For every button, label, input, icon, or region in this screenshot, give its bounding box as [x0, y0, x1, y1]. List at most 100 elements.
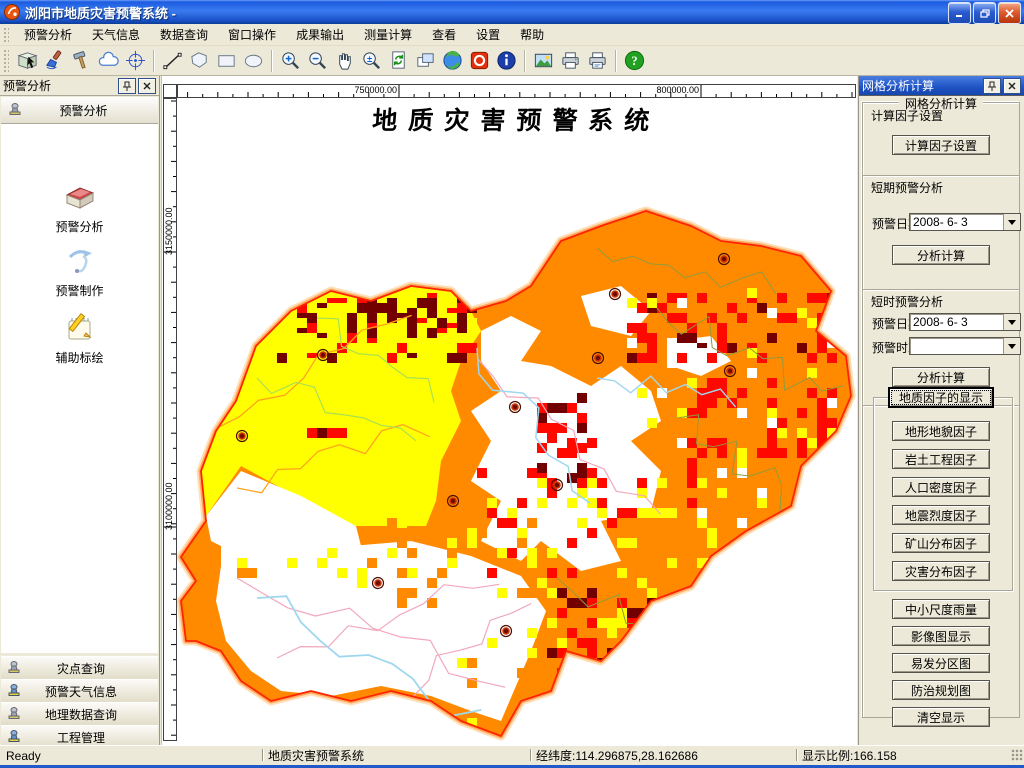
group-bar-warning-weather[interactable]: 预警天气信息	[1, 679, 158, 703]
brush-button[interactable]	[41, 47, 68, 74]
print-icon	[562, 52, 579, 69]
ruler-corner	[163, 84, 177, 98]
factor-button[interactable]: 地形地貌因子	[892, 421, 990, 441]
short-term-date-combo[interactable]: 2008- 6- 3	[909, 213, 1021, 231]
nav-item-warning-make[interactable]: 预警制作	[1, 242, 158, 299]
line-tool-button[interactable]	[159, 47, 186, 74]
restore-button[interactable]	[973, 2, 996, 24]
panel-close-button[interactable]	[1003, 77, 1021, 94]
stamp-icon	[7, 101, 23, 120]
menu-item[interactable]: 数据查询	[150, 23, 218, 46]
display-button[interactable]: 清空显示	[892, 707, 990, 727]
minimize-button[interactable]	[948, 2, 971, 24]
layers-button[interactable]	[412, 47, 439, 74]
short-time-turn-combo[interactable]	[909, 337, 1021, 355]
status-app-name: 地质灾害预警系统	[268, 749, 365, 763]
geology-factor-display-button[interactable]: 地质因子的显示	[888, 387, 994, 408]
layers-icon	[417, 53, 434, 67]
grid-panel-titlebar: 网格分析计算	[859, 76, 1024, 96]
zoom-extent-button[interactable]: ±	[358, 47, 385, 74]
rectangle-tool-button[interactable]	[213, 47, 240, 74]
ruler-label: 800000.00	[656, 85, 699, 95]
help-button[interactable]: ?	[621, 47, 648, 74]
svg-text:?: ?	[631, 54, 637, 68]
make-icon	[1, 242, 158, 279]
hammer-button[interactable]	[68, 47, 95, 74]
pan-hand-button[interactable]	[331, 47, 358, 74]
crosshair-icon	[125, 50, 146, 71]
factor-button[interactable]: 人口密度因子	[892, 477, 990, 497]
stamp-icon	[6, 705, 22, 723]
chevron-down-icon	[1008, 219, 1016, 225]
short-time-analyze-button[interactable]: 分析计算	[892, 367, 990, 387]
map-canvas[interactable]: 地质灾害预警系统	[177, 98, 856, 741]
crosshair-button[interactable]	[122, 47, 149, 74]
stop-button[interactable]	[466, 47, 493, 74]
close-button[interactable]	[998, 2, 1021, 24]
toolbar-separator	[153, 49, 155, 72]
map-title: 地质灾害预警系统	[371, 108, 662, 135]
short-term-analyze-button[interactable]: 分析计算	[892, 245, 990, 265]
svg-text:±: ±	[367, 54, 373, 65]
map-image-button[interactable]	[530, 47, 557, 74]
toolbar-separator	[524, 49, 526, 72]
status-coords: 经纬度:114.296875,28.162686	[536, 749, 698, 763]
menu-bar: 预警分析 天气信息 数据查询 窗口操作 成果输出 测量计算 查看 设置 帮助	[0, 24, 1024, 46]
factor-button[interactable]: 矿山分布因子	[892, 533, 990, 553]
map-image-icon	[534, 53, 553, 68]
cloud-button[interactable]	[95, 47, 122, 74]
ellipse-tool-button[interactable]	[240, 47, 267, 74]
panel-close-button[interactable]	[138, 77, 156, 94]
display-button[interactable]: 易发分区图	[892, 653, 990, 673]
nav-item-aux-draw[interactable]: 辅助标绘	[1, 309, 158, 366]
factor-button[interactable]: 岩土工程因子	[892, 449, 990, 469]
rectangle-tool-icon	[218, 55, 235, 67]
chevron-down-icon	[1008, 319, 1016, 325]
refresh-view-button[interactable]	[385, 47, 412, 74]
close-icon	[1008, 82, 1016, 89]
combo-dropdown-button[interactable]	[1003, 338, 1020, 354]
factor-setting-button[interactable]: 计算因子设置	[892, 135, 990, 155]
toolbar-grip[interactable]	[3, 49, 9, 72]
info-button[interactable]	[493, 47, 520, 74]
menu-item[interactable]: 成果输出	[286, 23, 354, 46]
zoom-in-button[interactable]	[277, 47, 304, 74]
zoom-out-button[interactable]	[304, 47, 331, 74]
display-button[interactable]: 影像图显示	[892, 626, 990, 646]
polygon-tool-button[interactable]	[186, 47, 213, 74]
menu-item[interactable]: 预警分析	[14, 23, 82, 46]
menu-item[interactable]: 测量计算	[354, 23, 422, 46]
menu-item[interactable]: 设置	[466, 23, 510, 46]
combo-dropdown-button[interactable]	[1003, 214, 1020, 230]
display-button[interactable]: 中小尺度雨量	[892, 599, 990, 619]
globe-button[interactable]	[439, 47, 466, 74]
factor-button[interactable]: 地震烈度因子	[892, 505, 990, 525]
resize-grip[interactable]	[1011, 749, 1023, 761]
menu-item[interactable]: 天气信息	[82, 23, 150, 46]
close-icon	[143, 82, 151, 89]
combo-dropdown-button[interactable]	[1003, 314, 1020, 330]
print-button[interactable]	[557, 47, 584, 74]
toolbar-separator	[271, 49, 273, 72]
section-short-term: 短期预警分析 预警日期 2008- 6- 3 分析计算	[863, 175, 1021, 290]
group-bar-disaster-query[interactable]: 灾点查询	[1, 656, 158, 680]
menu-grip[interactable]	[3, 27, 9, 42]
select-map-button[interactable]	[14, 47, 41, 74]
group-bar-geo-data-query[interactable]: 地理数据查询	[1, 702, 158, 726]
left-panel-body: 预警分析预警制作辅助标绘	[1, 124, 158, 653]
stop-icon	[470, 51, 489, 70]
display-button[interactable]: 防治规划图	[892, 680, 990, 700]
pin-button[interactable]	[983, 77, 1001, 94]
factor-button[interactable]: 灾害分布因子	[892, 561, 990, 581]
nav-item-warning-analysis[interactable]: 预警分析	[1, 178, 158, 235]
short-time-date-combo[interactable]: 2008- 6- 3	[909, 313, 1021, 331]
menu-item[interactable]: 帮助	[510, 23, 554, 46]
print-setup-button[interactable]	[584, 47, 611, 74]
menu-item[interactable]: 窗口操作	[218, 23, 286, 46]
left-panel-titlebar: 预警分析	[0, 76, 159, 96]
pin-button[interactable]	[118, 77, 136, 94]
menu-item[interactable]: 查看	[422, 23, 466, 46]
pin-icon	[988, 81, 996, 91]
left-group-header[interactable]: 预警分析	[1, 97, 158, 124]
status-ready: Ready	[6, 748, 41, 763]
